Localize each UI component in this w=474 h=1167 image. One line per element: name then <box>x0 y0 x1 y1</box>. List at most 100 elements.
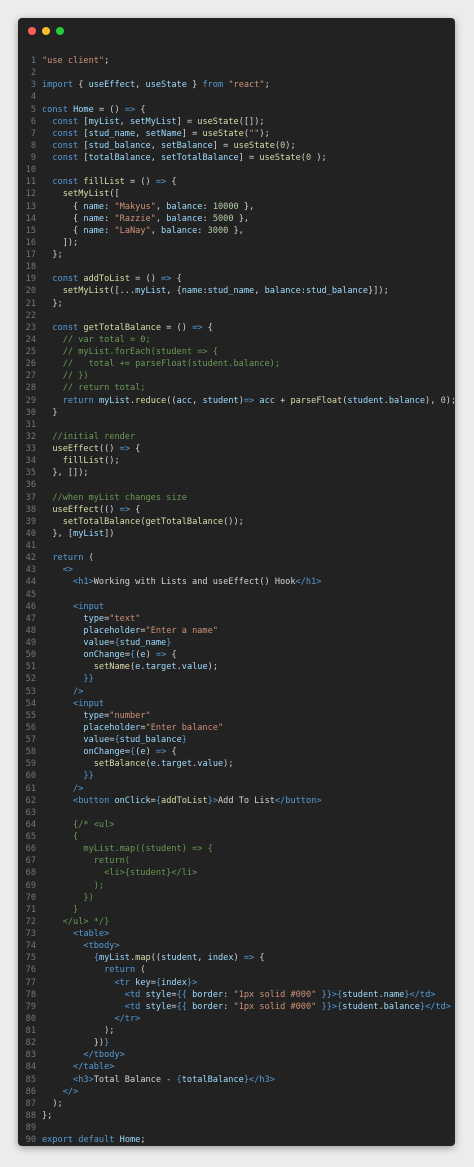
code-token: <h3> <box>73 1074 94 1085</box>
maximize-window-icon[interactable] <box>56 27 64 35</box>
code-token: fillList <box>83 177 125 188</box>
code-token: // var total = 0; <box>62 334 151 345</box>
code-token: "Enter a name" <box>145 625 218 636</box>
code-token: ; <box>264 80 270 91</box>
code-token: balance <box>388 395 426 406</box>
line-number: 63 <box>25 807 36 818</box>
code-line: 52 }} <box>18 673 455 685</box>
code-token: ([]); <box>238 116 265 127</box>
code-token: ] = <box>212 140 234 151</box>
line-number: 22 <box>25 310 36 321</box>
code-token: const <box>52 274 79 285</box>
code-token: Add To List <box>218 795 275 806</box>
code-line: 68 <li>{student}</li> <box>18 867 455 879</box>
code-token: { <box>202 322 213 333</box>
line-number: 24 <box>25 334 36 345</box>
code-token: Working with Lists and useEffect() Hook <box>93 577 296 588</box>
code-line: 3 import { useEffect, useState } from "re… <box>18 79 455 91</box>
code-token: //initial render <box>52 431 136 442</box>
code-text: // myList.forEach(student => { <box>42 346 218 358</box>
code-token: setTotalBalance <box>62 516 141 527</box>
code-token: myList <box>88 116 120 127</box>
code-token: { <box>73 80 89 91</box>
code-token: stud_name <box>88 128 136 139</box>
line-number: 90 <box>25 1135 36 1146</box>
code-token: const <box>52 140 79 151</box>
code-line: 59 setBalance(e.target.value); <box>18 758 455 770</box>
close-window-icon[interactable] <box>28 27 36 35</box>
minimize-window-icon[interactable] <box>42 27 50 35</box>
code-token: : <box>197 225 208 236</box>
code-text: const addToList = () => { <box>42 273 181 285</box>
code-token: useEffect <box>88 80 136 91</box>
code-text: const getTotalBalance = () => { <box>42 322 213 334</box>
code-token: ); <box>311 153 327 163</box>
code-line: 19 const addToList = () => { <box>18 273 455 285</box>
code-text: </ul> */} <box>42 916 110 928</box>
code-text: }, [myList]) <box>42 528 114 540</box>
code-token: export <box>42 1135 74 1146</box>
code-token: , <box>192 395 203 406</box>
code-token: { <box>166 650 177 661</box>
code-token: </td> <box>425 1001 451 1012</box>
code-text: setName(e.target.value); <box>42 661 218 673</box>
code-line: 43 <> <box>18 564 455 576</box>
code-token: => <box>155 747 167 758</box>
code-token: const <box>52 322 79 333</box>
line-number: 53 <box>25 686 36 697</box>
code-text: value={stud_balance} <box>42 734 187 746</box>
code-line: 78 <td style={{ border: "1px solid #000"… <box>18 989 455 1001</box>
code-token: => <box>243 953 255 964</box>
code-token: useState <box>197 116 239 127</box>
code-text: placeholder="Enter balance" <box>42 722 223 734</box>
code-token: </h3> <box>249 1074 275 1085</box>
code-token: return <box>62 395 94 406</box>
line-number: 62 <box>25 795 36 806</box>
code-token: ) <box>145 650 156 661</box>
code-line: 69 ); <box>18 880 455 892</box>
code-line: 72 </ul> */} <box>18 916 455 928</box>
code-token: : <box>202 213 213 224</box>
code-line: 23 const getTotalBalance = () => { <box>18 322 455 334</box>
code-text: ); <box>42 880 104 892</box>
code-line: 44 <h1>Working with Lists and useEffect(… <box>18 576 455 588</box>
code-line: 49 value={stud_name} <box>18 637 455 649</box>
line-number: 30 <box>25 407 36 418</box>
code-token: ); <box>445 395 455 406</box>
code-token: ), <box>425 395 441 406</box>
code-line: 30 } <box>18 407 455 419</box>
code-token: stud_balance <box>88 140 151 151</box>
line-number: 41 <box>25 541 36 551</box>
code-token: name <box>181 286 203 297</box>
code-token: Home <box>119 1135 141 1146</box>
code-token: default <box>78 1135 115 1146</box>
line-number: 58 <box>25 747 36 758</box>
code-token: ; <box>104 56 110 66</box>
code-token: // total += parseFloat(student.balance); <box>62 359 281 370</box>
code-token: "use client" <box>42 56 105 66</box>
code-token: border <box>192 989 224 1000</box>
code-line: 61 /> <box>18 783 455 795</box>
code-line: 62 <button onClick={addToList}>Add To Li… <box>18 795 455 807</box>
code-text: { name: "Makyus", balance: 10000 }, <box>42 201 254 213</box>
code-text: }; <box>42 249 62 261</box>
code-text: import { useEffect, useState } from "rea… <box>42 79 270 91</box>
code-token: }} <box>321 989 332 1000</box>
line-number: 16 <box>25 237 36 248</box>
code-line: 35 }, []); <box>18 467 455 479</box>
code-token: import <box>42 80 74 91</box>
code-line: 63 <box>18 807 455 819</box>
code-line: 41 <box>18 540 455 552</box>
code-line: 89 <box>18 1122 455 1134</box>
code-token: }} <box>321 1001 332 1012</box>
